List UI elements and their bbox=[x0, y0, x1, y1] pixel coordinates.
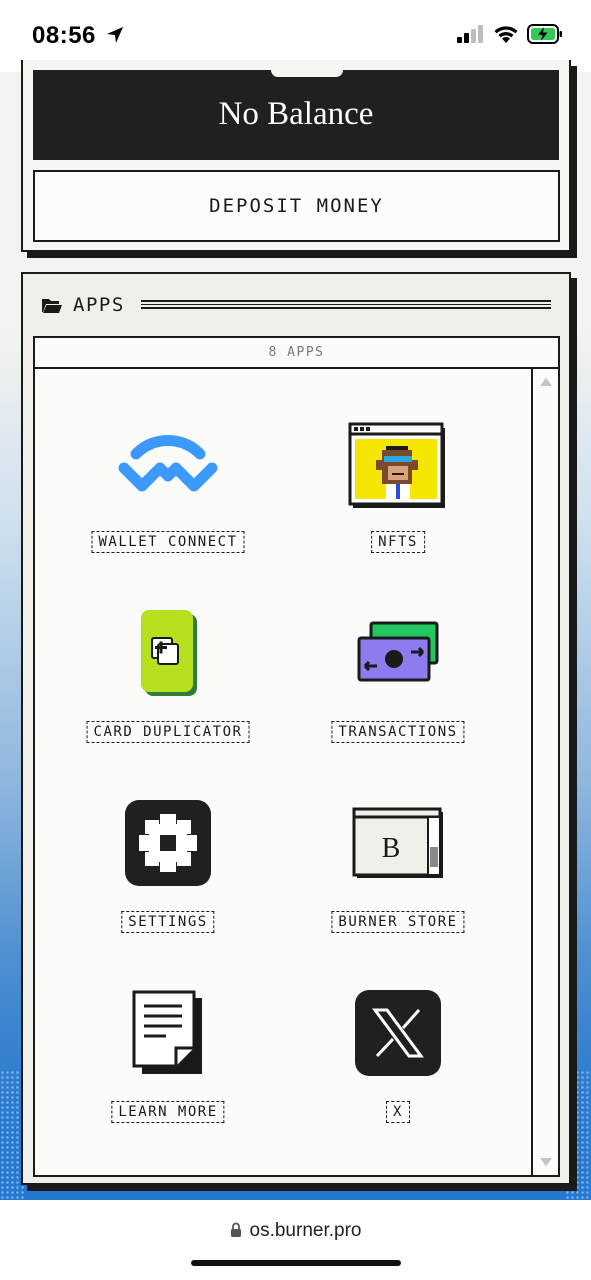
clock-text: 08:56 bbox=[32, 22, 96, 49]
browser-address-bar[interactable]: os.burner.pro bbox=[0, 1200, 591, 1280]
app-learn-more[interactable]: LEARN MORE bbox=[53, 969, 283, 1149]
balance-window: No Balance DEPOSIT MONEY bbox=[21, 60, 571, 252]
apps-title: APPS bbox=[73, 294, 125, 316]
app-label: WALLET CONNECT bbox=[91, 531, 245, 553]
home-indicator[interactable] bbox=[191, 1260, 401, 1266]
app-nfts[interactable]: NFTS bbox=[283, 399, 513, 579]
app-x[interactable]: X bbox=[283, 969, 513, 1149]
apps-window: APPS 8 APPS WALLET CONNECT NFTS CARD DUP… bbox=[21, 272, 571, 1185]
url-text: os.burner.pro bbox=[249, 1220, 362, 1241]
app-label: CARD DUPLICATOR bbox=[86, 721, 250, 743]
deposit-money-button[interactable]: DEPOSIT MONEY bbox=[33, 170, 560, 242]
svg-text:B: B bbox=[382, 833, 401, 864]
scrollbar[interactable] bbox=[531, 369, 558, 1175]
balance-panel: No Balance bbox=[33, 70, 559, 160]
app-label: TRANSACTIONS bbox=[331, 721, 465, 743]
card-duplicator-icon bbox=[118, 603, 218, 703]
battery-charging-icon bbox=[527, 24, 562, 44]
url-display[interactable]: os.burner.pro bbox=[0, 1220, 591, 1242]
location-arrow-icon bbox=[107, 27, 124, 43]
money-transfer-icon bbox=[348, 603, 448, 703]
app-transactions[interactable]: TRANSACTIONS bbox=[283, 589, 513, 769]
balance-amount: No Balance bbox=[218, 96, 374, 132]
apps-grid[interactable]: WALLET CONNECT NFTS CARD DUPLICATOR TRAN… bbox=[33, 367, 560, 1177]
app-label: NFTS bbox=[371, 531, 425, 553]
balance-panel-notch bbox=[271, 70, 343, 77]
app-label: X bbox=[386, 1101, 410, 1123]
header-rule bbox=[141, 300, 551, 309]
nft-ape-icon bbox=[348, 413, 448, 513]
app-label: LEARN MORE bbox=[111, 1101, 225, 1123]
walletconnect-icon bbox=[118, 413, 218, 513]
apps-header: APPS bbox=[41, 294, 125, 316]
folder-open-icon bbox=[42, 298, 62, 313]
x-logo-icon bbox=[348, 983, 448, 1083]
scroll-up-arrow-icon[interactable] bbox=[539, 377, 553, 387]
apps-count-label: 8 APPS bbox=[33, 336, 560, 369]
status-time: 08:56 bbox=[32, 22, 125, 50]
app-card-duplicator[interactable]: CARD DUPLICATOR bbox=[53, 589, 283, 769]
wifi-icon bbox=[494, 25, 518, 43]
store-window-icon: B bbox=[348, 793, 448, 893]
app-settings[interactable]: SETTINGS bbox=[53, 779, 283, 959]
cellular-signal-icon bbox=[457, 25, 483, 43]
app-label: BURNER STORE bbox=[331, 911, 465, 933]
gear-icon bbox=[118, 793, 218, 893]
document-icon bbox=[118, 983, 218, 1083]
app-burner-store[interactable]: B BURNER STORE bbox=[283, 779, 513, 959]
lock-icon bbox=[230, 1222, 241, 1237]
app-wallet-connect[interactable]: WALLET CONNECT bbox=[53, 399, 283, 579]
scroll-down-arrow-icon[interactable] bbox=[539, 1157, 553, 1167]
app-label: SETTINGS bbox=[121, 911, 215, 933]
